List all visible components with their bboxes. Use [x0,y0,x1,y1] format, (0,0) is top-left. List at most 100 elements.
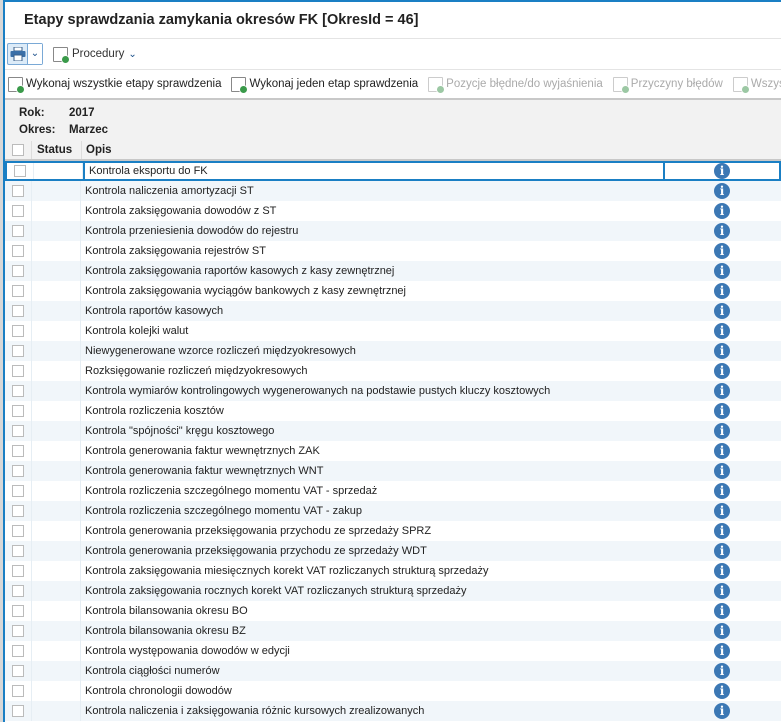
row-checkbox[interactable] [12,325,24,337]
dialog-window: Etapy sprawdzania zamykania okresów FK [… [5,0,781,722]
info-icon[interactable]: i [714,323,730,339]
column-header-status[interactable]: Status [31,141,81,159]
row-checkbox[interactable] [12,265,24,277]
row-checkbox[interactable] [12,665,24,677]
row-checkbox[interactable] [14,165,26,177]
table-row[interactable]: Kontrola rozliczenia szczególnego moment… [5,501,781,521]
info-icon[interactable]: i [714,283,730,299]
info-icon[interactable]: i [714,483,730,499]
row-checkbox[interactable] [12,225,24,237]
table-row[interactable]: Kontrola występowania dowodów w edycji i [5,641,781,661]
row-checkbox[interactable] [12,185,24,197]
info-icon[interactable]: i [714,363,730,379]
table-row[interactable]: Kontrola zaksięgowania raportów kasowych… [5,261,781,281]
table-row[interactable]: Kontrola generowania faktur wewnętrznych… [5,441,781,461]
table-row[interactable]: Kontrola naliczenia amortyzacji ST i [5,181,781,201]
row-checkbox[interactable] [12,565,24,577]
table-row[interactable]: Kontrola generowania przeksięgowania prz… [5,541,781,561]
row-checkbox[interactable] [12,365,24,377]
info-icon[interactable]: i [714,343,730,359]
table-row[interactable]: Rozksięgowanie rozliczeń międzyokresowyc… [5,361,781,381]
action-label: Wykonaj wszystkie etapy sprawdzenia [26,78,222,90]
table-row[interactable]: Kontrola generowania przeksięgowania prz… [5,521,781,541]
info-icon[interactable]: i [714,643,730,659]
row-checkbox[interactable] [12,465,24,477]
action-button-2[interactable]: Pozycje błędne/do wyjaśnienia [428,76,603,94]
table-row[interactable]: Kontrola bilansowania okresu BO i [5,601,781,621]
table-row[interactable]: Kontrola naliczenia i zaksięgowania różn… [5,701,781,721]
table-row[interactable]: Kontrola wymiarów kontrolingowych wygene… [5,381,781,401]
table-row[interactable]: Kontrola zaksięgowania rejestrów ST i [5,241,781,261]
row-checkbox[interactable] [12,505,24,517]
row-checkbox[interactable] [12,545,24,557]
table-row[interactable]: Kontrola chronologii dowodów i [5,681,781,701]
row-checkbox[interactable] [12,405,24,417]
info-icon[interactable]: i [714,243,730,259]
info-icon[interactable]: i [714,303,730,319]
row-checkbox[interactable] [12,585,24,597]
info-icon[interactable]: i [714,183,730,199]
row-checkbox[interactable] [12,445,24,457]
table-row[interactable]: Kontrola "spójności" kręgu kosztowego i [5,421,781,441]
row-checkbox[interactable] [12,305,24,317]
info-icon[interactable]: i [714,403,730,419]
row-checkbox[interactable] [12,205,24,217]
print-button[interactable]: ⌄ [7,43,43,65]
info-icon[interactable]: i [714,543,730,559]
info-icon[interactable]: i [714,383,730,399]
row-checkbox[interactable] [12,385,24,397]
table-row[interactable]: Kontrola rozliczenia szczególnego moment… [5,481,781,501]
row-checkbox[interactable] [12,245,24,257]
table-row[interactable]: Kontrola przeniesienia dowodów do rejest… [5,221,781,241]
row-checkbox[interactable] [12,345,24,357]
table-row[interactable]: Kontrola ciągłości numerów i [5,661,781,681]
table-row[interactable]: Kontrola zaksięgowania wyciągów bankowyc… [5,281,781,301]
table-row[interactable]: Kontrola raportów kasowych i [5,301,781,321]
row-checkbox[interactable] [12,625,24,637]
info-icon[interactable]: i [714,263,730,279]
row-checkbox[interactable] [12,285,24,297]
info-icon[interactable]: i [714,503,730,519]
info-icon[interactable]: i [714,463,730,479]
action-button-3[interactable]: Przyczyny błędów [612,76,723,94]
print-dropdown-chevron-icon[interactable]: ⌄ [28,44,42,64]
info-icon[interactable]: i [714,583,730,599]
info-icon[interactable]: i [714,703,730,719]
action-button-1[interactable]: Wykonaj jeden etap sprawdzenia [231,76,418,94]
info-icon[interactable]: i [714,223,730,239]
info-icon[interactable]: i [714,663,730,679]
table-row[interactable]: Kontrola rozliczenia kosztów i [5,401,781,421]
table-row[interactable]: Kontrola kolejki walut i [5,321,781,341]
table-row[interactable]: Kontrola zaksięgowania miesięcznych kore… [5,561,781,581]
row-checkbox[interactable] [12,645,24,657]
table-row[interactable]: Niewygenerowane wzorce rozliczeń międzyo… [5,341,781,361]
row-checkbox[interactable] [12,605,24,617]
info-icon[interactable]: i [714,523,730,539]
row-checkbox[interactable] [12,705,24,717]
column-header-opis[interactable]: Opis [81,141,663,159]
info-icon[interactable]: i [714,603,730,619]
info-icon[interactable]: i [714,563,730,579]
window-title: Etapy sprawdzania zamykania okresów FK [… [24,12,419,28]
info-icon[interactable]: i [714,163,730,179]
info-icon[interactable]: i [714,623,730,639]
table-row[interactable]: Kontrola zaksięgowania dowodów z ST i [5,201,781,221]
row-checkbox[interactable] [12,525,24,537]
row-checkbox[interactable] [12,425,24,437]
info-icon[interactable]: i [714,443,730,459]
row-checkbox[interactable] [12,685,24,697]
table-row[interactable]: Kontrola bilansowania okresu BZ i [5,621,781,641]
opis-cell: Kontrola generowania faktur wewnętrznych… [85,465,324,477]
action-button-0[interactable]: Wykonaj wszystkie etapy sprawdzenia [8,76,222,94]
table-row[interactable]: Kontrola generowania faktur wewnętrznych… [5,461,781,481]
opis-cell: Kontrola eksportu do FK [83,163,665,179]
table-row[interactable]: Kontrola zaksięgowania rocznych korekt V… [5,581,781,601]
select-all-checkbox[interactable] [12,144,24,156]
table-row[interactable]: Kontrola eksportu do FK i [5,161,781,181]
procedury-menu-button[interactable]: Procedury ⌄ [53,46,137,64]
info-icon[interactable]: i [714,203,730,219]
action-button-4[interactable]: Wszystkie [732,76,781,94]
info-icon[interactable]: i [714,423,730,439]
info-icon[interactable]: i [714,683,730,699]
row-checkbox[interactable] [12,485,24,497]
